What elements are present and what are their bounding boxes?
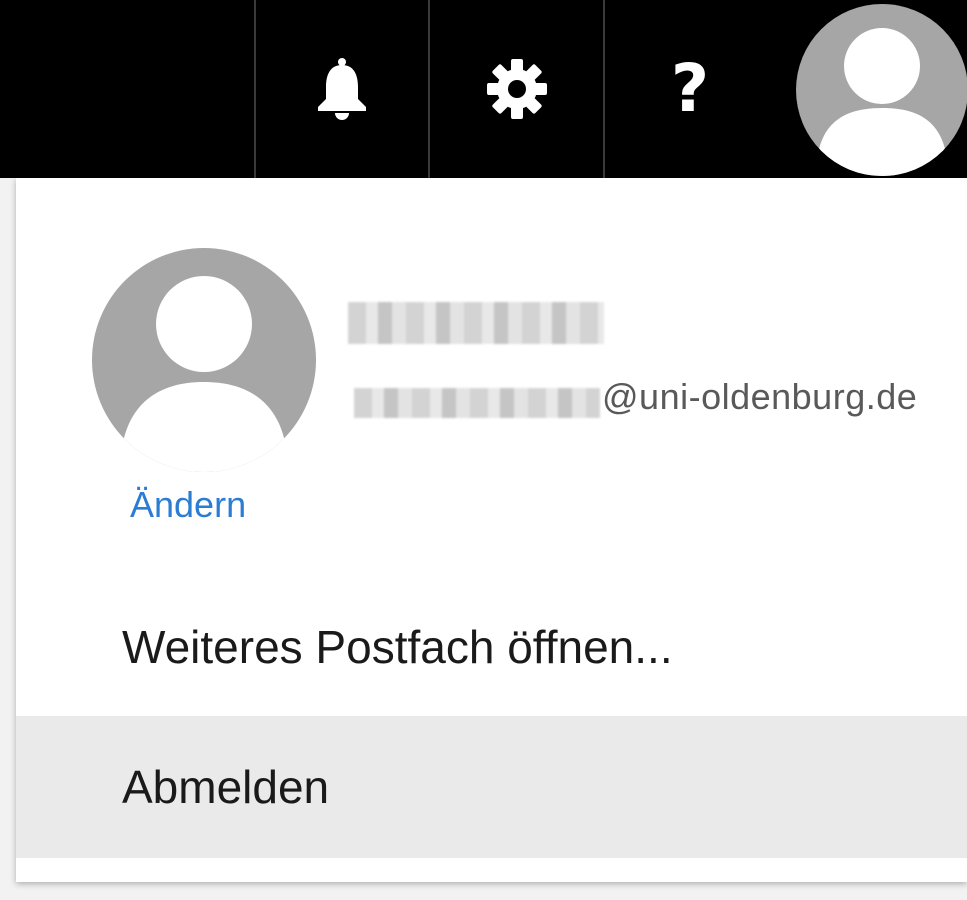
- gear-icon: [486, 59, 547, 119]
- avatar-icon: [816, 28, 948, 176]
- user-name-redacted: [348, 302, 604, 344]
- top-bar: ?: [0, 0, 967, 178]
- help-icon: ?: [670, 50, 710, 127]
- notifications-button[interactable]: [256, 0, 428, 178]
- account-avatar-button[interactable]: [796, 4, 967, 176]
- user-email-redacted: [354, 388, 600, 418]
- open-other-mailbox-label: Weiteres Postfach öffnen...: [122, 621, 673, 673]
- open-other-mailbox-item[interactable]: Weiteres Postfach öffnen...: [16, 576, 967, 718]
- sign-out-label: Abmelden: [122, 761, 330, 813]
- profile-picture: [92, 248, 316, 472]
- settings-button[interactable]: [430, 0, 603, 178]
- help-button[interactable]: ?: [605, 0, 775, 178]
- sign-out-item[interactable]: Abmelden: [16, 716, 967, 858]
- change-photo-link[interactable]: Ändern: [130, 484, 246, 526]
- avatar-icon: [120, 276, 288, 472]
- bell-icon: [318, 58, 366, 120]
- email-domain: @uni-oldenburg.de: [602, 376, 918, 417]
- account-menu-panel: @uni-oldenburg.de Ändern Weiteres Postfa…: [16, 178, 967, 882]
